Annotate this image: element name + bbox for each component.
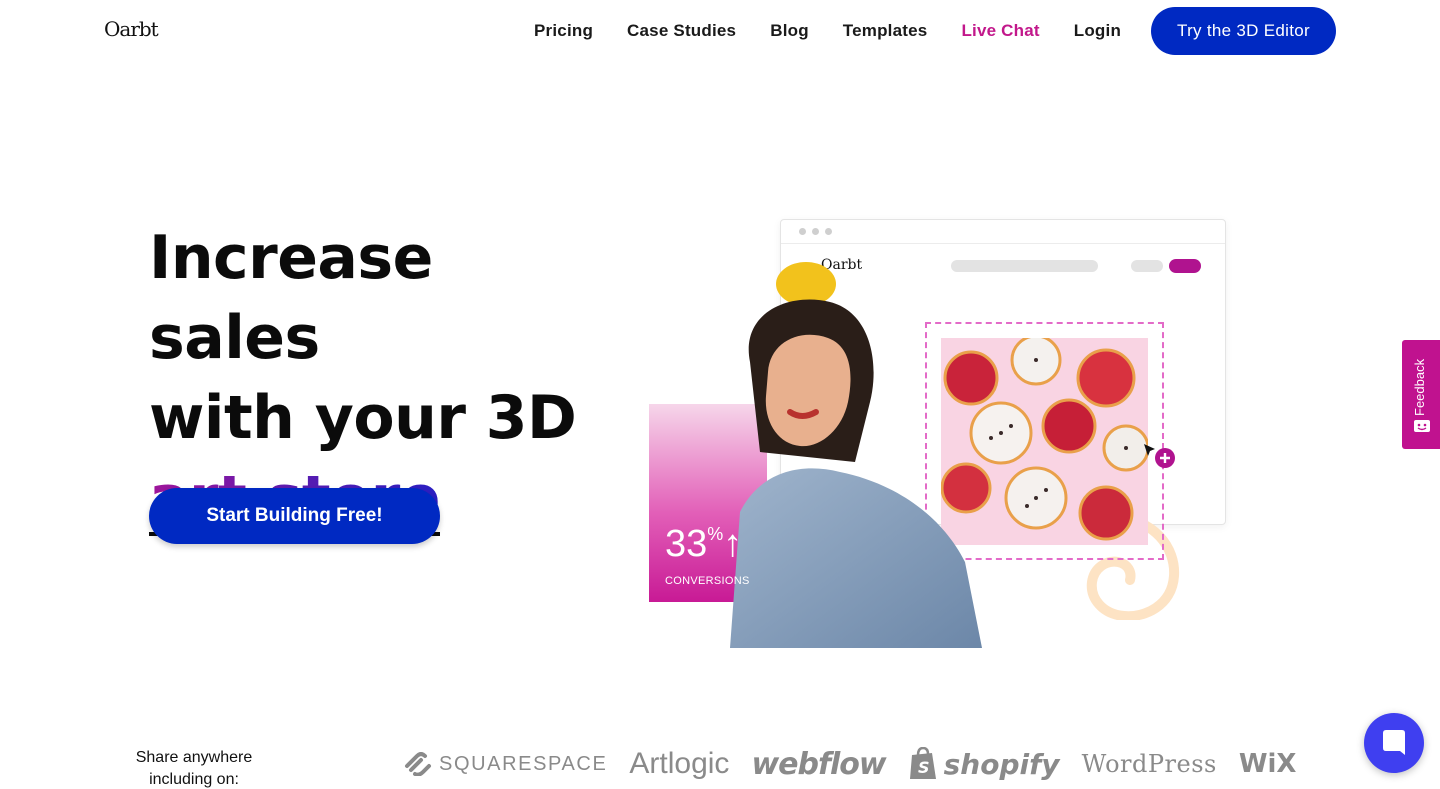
nav-pricing[interactable]: Pricing xyxy=(534,21,593,41)
chat-icon xyxy=(1383,730,1405,755)
squarespace-name: SQUARESPACE xyxy=(439,752,608,775)
squarespace-icon xyxy=(405,752,431,776)
logo[interactable]: Oarbt xyxy=(104,17,159,41)
window-dot xyxy=(799,228,806,235)
nav-login[interactable]: Login xyxy=(1074,21,1121,41)
wordpress-logo: WordPress xyxy=(1081,750,1217,778)
start-building-button[interactable]: Start Building Free! xyxy=(149,488,440,544)
conversion-stat-label: CONVERSIONS xyxy=(665,575,750,587)
shopify-logo: S shopify xyxy=(908,747,1060,781)
stat-number: 33 xyxy=(665,523,708,565)
browser-titlebar xyxy=(781,220,1225,244)
hero-line-1: Increase sales xyxy=(149,223,433,373)
feedback-label: Feedback xyxy=(1412,358,1427,416)
nav-live-chat[interactable]: Live Chat xyxy=(961,21,1039,41)
share-caption: Share anywhere including on: xyxy=(135,749,253,788)
wix-logo: WiX xyxy=(1238,749,1297,779)
model-photo xyxy=(730,262,982,648)
window-dot xyxy=(825,228,832,235)
squarespace-logo: SQUARESPACE xyxy=(403,752,607,776)
mockup-accent-button xyxy=(1169,259,1201,273)
window-dot xyxy=(812,228,819,235)
feedback-tab[interactable]: Feedback xyxy=(1402,340,1440,449)
nav-blog[interactable]: Blog xyxy=(770,21,809,41)
nav-case-studies[interactable]: Case Studies xyxy=(627,21,736,41)
svg-text:S: S xyxy=(918,758,930,777)
smiley-icon xyxy=(1414,420,1430,432)
main-nav: Pricing Case Studies Blog Templates Live… xyxy=(500,7,1336,55)
chat-widget-button[interactable] xyxy=(1364,713,1424,773)
try-3d-editor-button[interactable]: Try the 3D Editor xyxy=(1151,7,1336,55)
shopify-bag-icon: S xyxy=(909,747,936,779)
conversion-stat-value: 33%↑ xyxy=(665,523,742,566)
arrow-up-icon: ↑ xyxy=(723,523,743,565)
webflow-logo: webflow xyxy=(751,746,886,782)
hero-line-2: with your 3D xyxy=(149,383,577,453)
plus-cursor-icon xyxy=(1144,444,1175,468)
stat-unit: % xyxy=(707,524,724,544)
artlogic-logo: Artlogic xyxy=(629,747,730,780)
shopify-name: shopify xyxy=(943,747,1060,781)
nav-templates[interactable]: Templates xyxy=(843,21,928,41)
mockup-button-placeholder xyxy=(1131,260,1163,272)
partner-logos: SQUARESPACE Artlogic webflow S shopify W… xyxy=(403,740,1318,788)
